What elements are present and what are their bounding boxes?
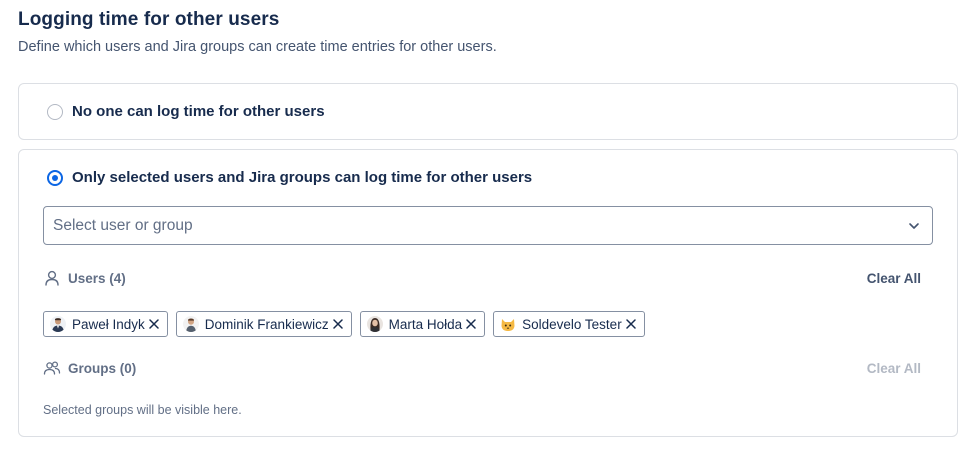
remove-user-icon[interactable] — [147, 317, 161, 331]
user-chip: Marta Hołda — [359, 311, 486, 337]
people-group-icon — [43, 359, 61, 377]
users-section-header: Users (4) — [43, 269, 126, 287]
radio-option-no-one[interactable]: No one can log time for other users — [47, 103, 325, 120]
user-chip: Paweł Indyk — [43, 311, 168, 337]
user-group-select[interactable] — [43, 206, 933, 245]
remove-user-icon[interactable] — [331, 317, 345, 331]
radio-label-no-one: No one can log time for other users — [72, 103, 325, 120]
avatar-man-suit-icon — [50, 316, 66, 332]
user-chip: Soldevelo Tester — [493, 311, 645, 337]
user-chip-name: Soldevelo Tester — [522, 316, 622, 332]
avatar-man-icon — [182, 316, 199, 332]
groups-section-header: Groups (0) — [43, 359, 136, 377]
radio-button-selected[interactable] — [47, 169, 63, 186]
avatar-woman-icon — [366, 316, 383, 332]
option-card-selected: Only selected users and Jira groups can … — [18, 149, 958, 437]
avatar-cat-icon — [500, 316, 516, 332]
groups-clear-all-button[interactable]: Clear All — [867, 361, 921, 376]
radio-option-selected[interactable]: Only selected users and Jira groups can … — [47, 169, 532, 186]
users-count-label: Users (4) — [68, 270, 126, 286]
person-icon — [43, 269, 61, 287]
user-chip: Dominik Frankiewicz — [175, 311, 352, 337]
radio-label-selected: Only selected users and Jira groups can … — [72, 169, 533, 186]
users-clear-all-button[interactable]: Clear All — [867, 271, 921, 286]
groups-count-label: Groups (0) — [68, 360, 137, 376]
page-subtitle: Define which users and Jira groups can c… — [18, 39, 497, 55]
user-group-search-input[interactable] — [53, 216, 873, 235]
user-chips-list: Paweł Indyk Dominik Frankiewicz Marta Ho… — [43, 311, 653, 337]
user-chip-name: Paweł Indyk — [72, 316, 145, 332]
groups-empty-message: Selected groups will be visible here. — [43, 403, 242, 417]
page-title: Logging time for other users — [18, 9, 280, 30]
remove-user-icon[interactable] — [624, 317, 638, 331]
chevron-down-icon[interactable] — [908, 220, 920, 232]
radio-button-no-one[interactable] — [47, 103, 63, 120]
remove-user-icon[interactable] — [464, 317, 478, 331]
user-chip-name: Marta Hołda — [388, 316, 463, 332]
user-chip-name: Dominik Frankiewicz — [204, 316, 329, 332]
option-card-no-one: No one can log time for other users — [18, 83, 958, 140]
